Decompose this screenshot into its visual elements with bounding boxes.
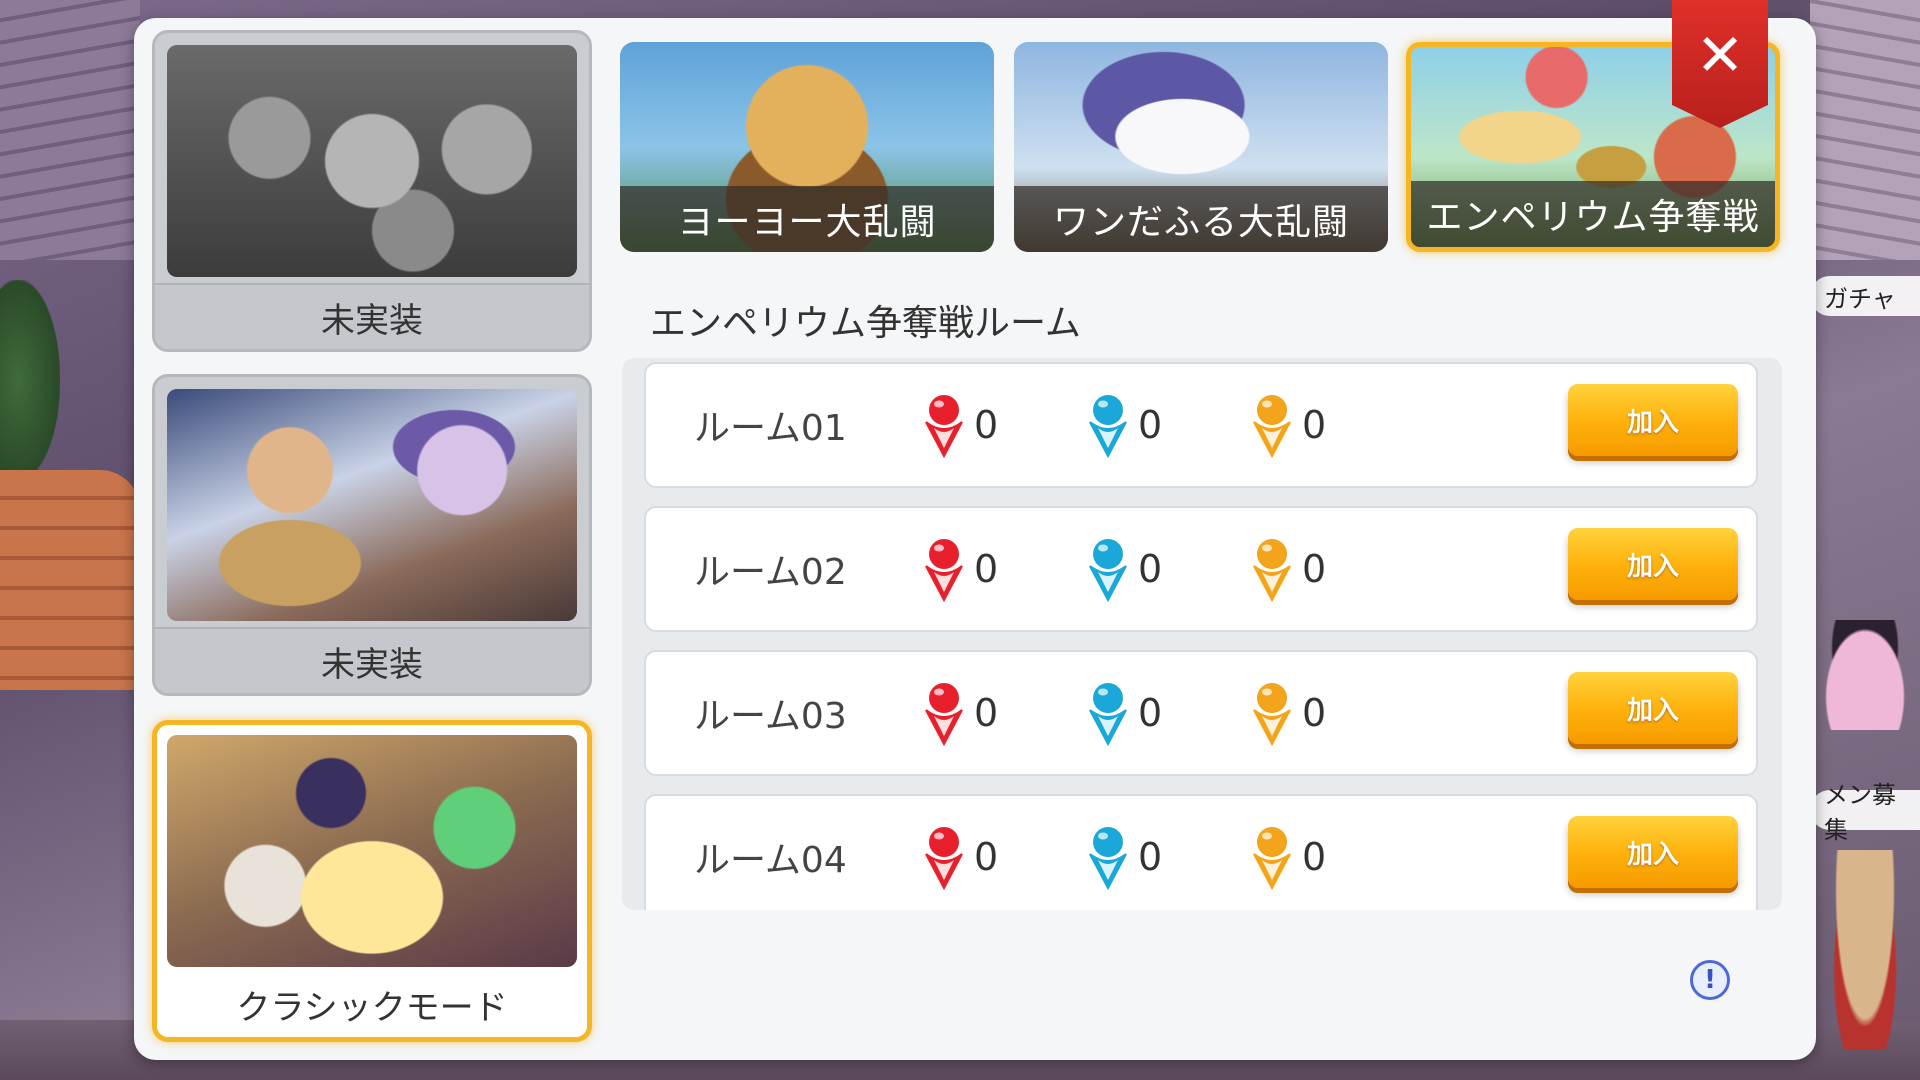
yellow-team-pin-icon [1253, 539, 1291, 602]
yellow-team-pin-icon [1253, 827, 1291, 890]
room-name: ルーム01 [694, 408, 847, 449]
room-name: ルーム02 [694, 552, 847, 593]
info-button[interactable]: ! [1690, 960, 1730, 1000]
room-section-title: エンペリウム争奪戦ルーム [650, 303, 1081, 344]
mode-card-art [167, 45, 577, 277]
mode-card-unimplemented-1[interactable]: 未実装 [152, 30, 592, 352]
blue-team-pin-icon [1089, 539, 1127, 602]
join-button[interactable]: 加入 [1568, 384, 1738, 456]
room-row: ルーム01 0 0 0 加入 [644, 362, 1758, 488]
room-list[interactable]: ルーム01 0 0 0 加入 ルーム02 0 0 0 加入 ルーム03 0 0 0 加入 ルーム04 0 0 0 加入 [622, 358, 1782, 910]
blue-team-count: 0 [1138, 547, 1163, 591]
red-team-pin-icon [925, 539, 963, 602]
blue-team-pin-icon [1089, 683, 1127, 746]
yellow-team-count: 0 [1302, 835, 1327, 879]
world-pet-character [1820, 620, 1910, 730]
room-name: ルーム03 [694, 696, 847, 737]
team-count-blue: 0 [1086, 508, 1162, 630]
mode-card-caption: 未実装 [155, 283, 589, 349]
yellow-team-pin-icon [1253, 683, 1291, 746]
yellow-team-count: 0 [1302, 547, 1327, 591]
team-count-red: 0 [922, 364, 998, 486]
world-stairs-right [1810, 0, 1920, 260]
yellow-team-count: 0 [1302, 691, 1327, 735]
close-button[interactable]: ✕ [1672, 0, 1768, 128]
world-gacha-label[interactable]: ガチャ [1810, 276, 1920, 316]
world-tree [0, 280, 60, 480]
room-row: ルーム03 0 0 0 加入 [644, 650, 1758, 776]
team-count-yellow: 0 [1250, 508, 1326, 630]
blue-team-count: 0 [1138, 403, 1163, 447]
world-stairs-left [0, 0, 140, 260]
yellow-team-pin-icon [1253, 395, 1291, 458]
team-count-yellow: 0 [1250, 796, 1326, 910]
pvp-mode-panel: 未実装 未実装 クラシックモード ヨーヨー大乱闘 ワンだふる大乱闘 エンペリウム… [134, 0, 1816, 1060]
mode-card-art [167, 389, 577, 621]
team-count-red: 0 [922, 508, 998, 630]
tab-yoyo-brawl[interactable]: ヨーヨー大乱闘 [620, 42, 994, 252]
world-npc-character [1830, 850, 1900, 1050]
team-count-yellow: 0 [1250, 364, 1326, 486]
team-count-blue: 0 [1086, 652, 1162, 774]
team-count-blue: 0 [1086, 364, 1162, 486]
info-icon: ! [1704, 965, 1716, 995]
world-recruit-label[interactable]: メン募集 [1810, 781, 1920, 844]
mode-card-unimplemented-2[interactable]: 未実装 [152, 374, 592, 696]
mode-card-classic[interactable]: クラシックモード [152, 720, 592, 1042]
team-count-blue: 0 [1086, 796, 1162, 910]
world-roof [0, 470, 140, 690]
tab-label: エンペリウム争奪戦 [1411, 181, 1775, 247]
mode-card-caption: 未実装 [155, 627, 589, 693]
red-team-pin-icon [925, 827, 963, 890]
room-name: ルーム04 [694, 840, 847, 881]
mode-card-art [167, 735, 577, 967]
team-count-yellow: 0 [1250, 652, 1326, 774]
join-button[interactable]: 加入 [1568, 816, 1738, 888]
tab-label: ヨーヨー大乱闘 [620, 186, 994, 252]
red-team-pin-icon [925, 683, 963, 746]
blue-team-pin-icon [1089, 827, 1127, 890]
blue-team-count: 0 [1138, 835, 1163, 879]
team-count-red: 0 [922, 652, 998, 774]
close-icon: ✕ [1695, 21, 1745, 89]
room-row: ルーム02 0 0 0 加入 [644, 506, 1758, 632]
tab-wonderful-brawl[interactable]: ワンだふる大乱闘 [1014, 42, 1388, 252]
join-button[interactable]: 加入 [1568, 528, 1738, 600]
red-team-count: 0 [974, 835, 999, 879]
blue-team-count: 0 [1138, 691, 1163, 735]
red-team-count: 0 [974, 547, 999, 591]
blue-team-pin-icon [1089, 395, 1127, 458]
join-button[interactable]: 加入 [1568, 672, 1738, 744]
red-team-count: 0 [974, 403, 999, 447]
red-team-pin-icon [925, 395, 963, 458]
mode-card-caption: クラシックモード [157, 971, 587, 1037]
tab-label: ワンだふる大乱闘 [1014, 186, 1388, 252]
red-team-count: 0 [974, 691, 999, 735]
room-row: ルーム04 0 0 0 加入 [644, 794, 1758, 910]
team-count-red: 0 [922, 796, 998, 910]
yellow-team-count: 0 [1302, 403, 1327, 447]
